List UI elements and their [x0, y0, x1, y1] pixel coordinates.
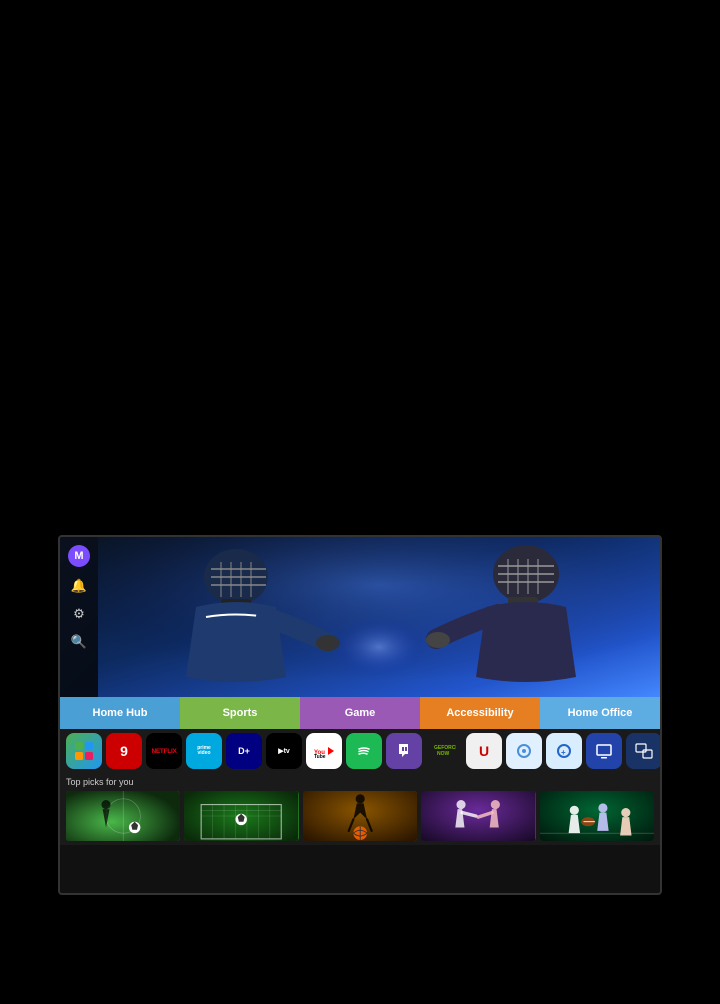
- app-screen2[interactable]: [626, 733, 660, 769]
- app-circle1[interactable]: [506, 733, 542, 769]
- svg-text:+: +: [561, 748, 566, 757]
- left-sidebar: M 🔔 ⚙ 🔍: [60, 537, 98, 697]
- hockey-scene: [98, 537, 660, 697]
- app-geforce[interactable]: GEFORCE NOW: [426, 733, 462, 769]
- app-appletv[interactable]: ▶tv: [266, 733, 302, 769]
- notification-icon[interactable]: 🔔: [70, 577, 88, 595]
- svg-text:NOW: NOW: [437, 751, 450, 757]
- app-disney[interactable]: D+: [226, 733, 262, 769]
- pick-card-soccer1[interactable]: [66, 791, 180, 841]
- app-twitch[interactable]: [386, 733, 422, 769]
- app-netflix[interactable]: NETFLIX: [146, 733, 182, 769]
- nav-tabs: Home Hub Sports Game Accessibility Home …: [60, 697, 660, 729]
- tab-accessibility[interactable]: Accessibility: [420, 697, 540, 729]
- app-screen1[interactable]: [586, 733, 622, 769]
- settings-icon[interactable]: ⚙: [70, 605, 88, 623]
- svg-text:Tube: Tube: [314, 754, 326, 759]
- app-spotify[interactable]: [346, 733, 382, 769]
- pick-card-boxing[interactable]: [421, 791, 535, 841]
- app-apps[interactable]: [66, 733, 102, 769]
- tab-game[interactable]: Game: [300, 697, 420, 729]
- app-youtube[interactable]: You Tube: [306, 733, 342, 769]
- tab-sports[interactable]: Sports: [180, 697, 300, 729]
- hero-banner: M 🔔 ⚙ 🔍: [60, 537, 660, 697]
- app-prime[interactable]: primevideo: [186, 733, 222, 769]
- top-picks-row: [66, 791, 654, 841]
- apps-row: 9 NETFLIX primevideo D+ ▶tv You Tube: [60, 729, 660, 773]
- top-picks-label: Top picks for you: [66, 777, 654, 787]
- tab-home-office[interactable]: Home Office: [540, 697, 660, 729]
- app-utv[interactable]: U: [466, 733, 502, 769]
- app-circle2[interactable]: +: [546, 733, 582, 769]
- tab-home-hub[interactable]: Home Hub: [60, 697, 180, 729]
- search-icon[interactable]: 🔍: [70, 633, 88, 651]
- tv-screen: M 🔔 ⚙ 🔍: [58, 535, 662, 895]
- avatar[interactable]: M: [68, 545, 90, 567]
- app-9now[interactable]: 9: [106, 733, 142, 769]
- pick-card-soccer2[interactable]: [184, 791, 298, 841]
- top-picks-section: Top picks for you: [60, 773, 660, 845]
- pick-card-basketball[interactable]: [303, 791, 417, 841]
- pick-card-football[interactable]: [540, 791, 654, 841]
